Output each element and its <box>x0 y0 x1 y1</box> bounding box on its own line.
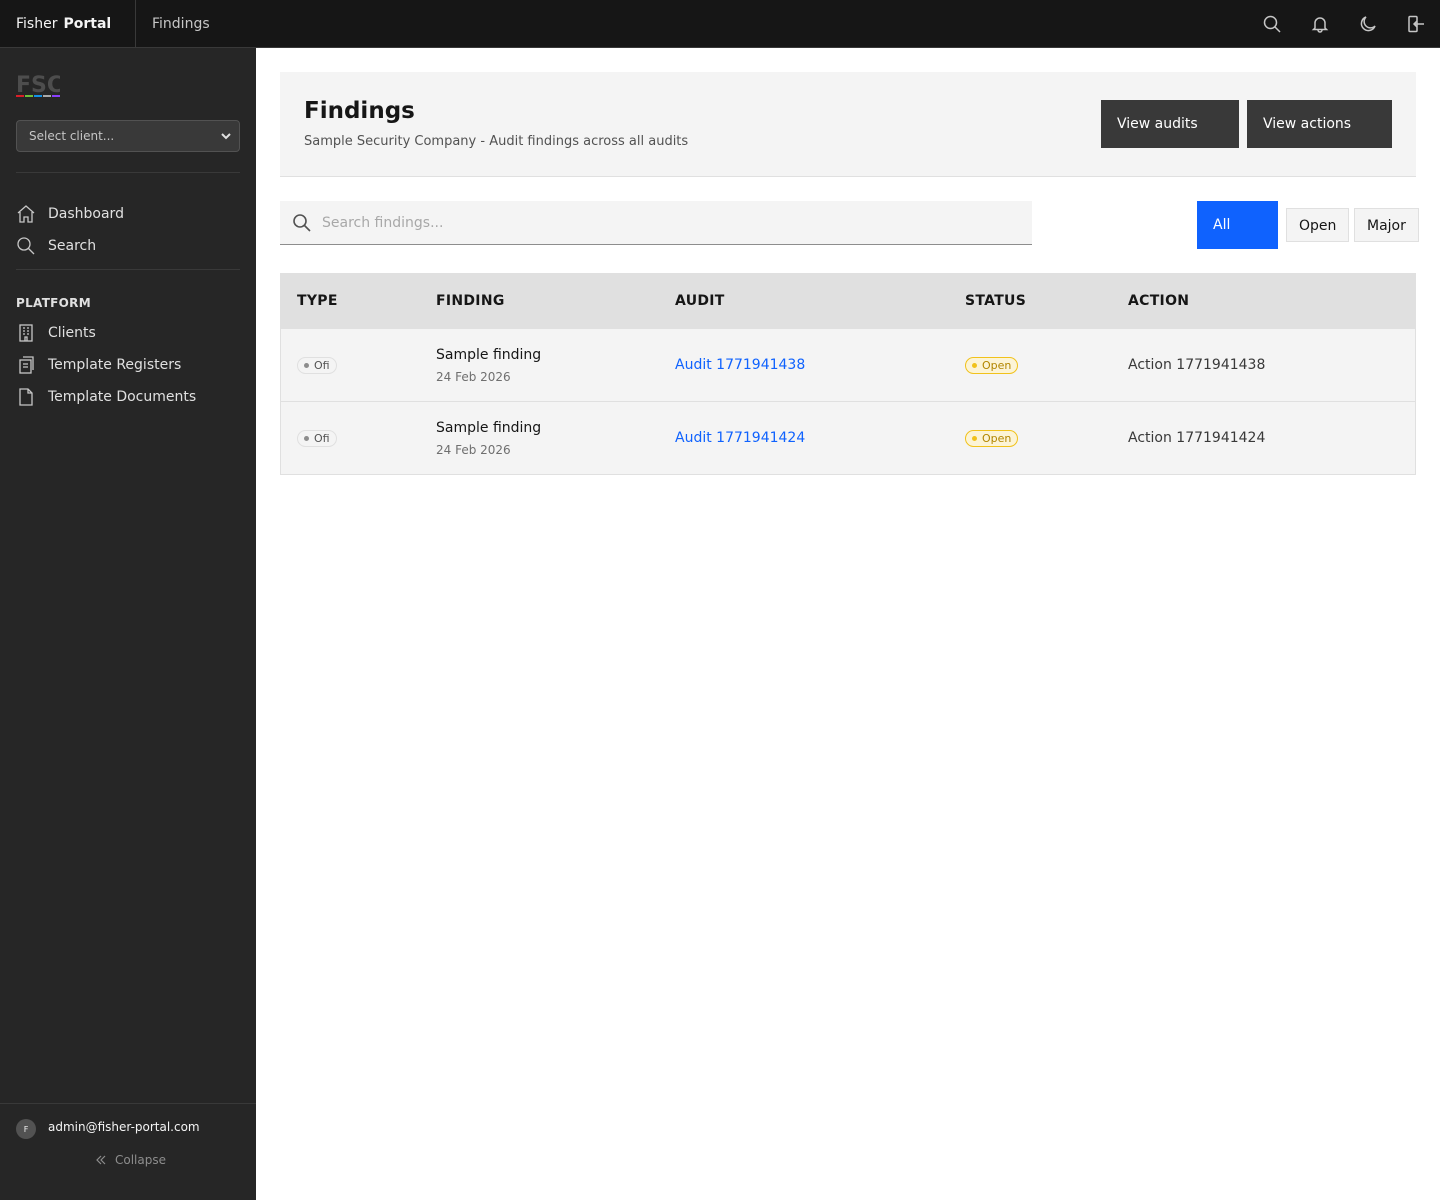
top-bar: Fisher Portal Findings <box>0 0 1440 48</box>
search-input[interactable]: Search findings... <box>280 201 1032 245</box>
avatar[interactable]: F <box>16 1119 36 1139</box>
brand[interactable]: Fisher Portal <box>0 0 136 48</box>
divider <box>16 172 240 173</box>
filter-major[interactable]: Major <box>1354 208 1419 242</box>
bell-icon[interactable] <box>1296 0 1344 48</box>
search-icon <box>17 237 35 255</box>
breadcrumb: Findings <box>152 15 210 32</box>
sidebar-footer: F admin@fisher-portal.com Collapse <box>0 1103 256 1200</box>
type-tag: Ofi <box>297 357 337 374</box>
logout-icon[interactable] <box>1392 0 1440 48</box>
brand-second: Portal <box>63 15 112 32</box>
finding-date: 24 Feb 2026 <box>436 370 511 384</box>
section-heading: PLATFORM <box>16 296 91 310</box>
svg-text:FSC: FSC <box>16 73 60 98</box>
type-label: Ofi <box>314 359 330 372</box>
sidebar-item-label: Dashboard <box>48 206 124 222</box>
moon-icon[interactable] <box>1344 0 1392 48</box>
status-label: Open <box>982 432 1012 445</box>
page-subtitle: Sample Security Company - Audit findings… <box>304 134 689 149</box>
finding-title: Sample finding <box>436 347 542 363</box>
view-actions-button[interactable]: View actions <box>1247 100 1392 148</box>
filter-open[interactable]: Open <box>1286 208 1350 242</box>
audit-link[interactable]: Audit 1771941438 <box>675 357 805 373</box>
type-tag: Ofi <box>297 430 337 447</box>
finding-date: 24 Feb 2026 <box>436 443 511 457</box>
home-icon <box>17 205 35 223</box>
document-icon <box>19 388 33 406</box>
finding-title: Sample finding <box>436 420 542 436</box>
sidebar-item-clients[interactable]: Clients <box>16 323 96 343</box>
sidebar-item-dashboard[interactable]: Dashboard <box>16 204 124 224</box>
filter-all[interactable]: All <box>1197 201 1278 249</box>
brand-first: Fisher <box>16 15 58 32</box>
collapse-label: Collapse <box>115 1153 166 1167</box>
user-email: admin@fisher-portal.com <box>48 1120 200 1134</box>
type-label: Ofi <box>314 432 330 445</box>
sidebar-item-template-documents[interactable]: Template Documents <box>16 387 196 407</box>
page-header: Findings Sample Security Company - Audit… <box>280 72 1416 177</box>
chevrons-left-icon <box>96 1155 106 1165</box>
logo: FSC <box>16 72 63 106</box>
sidebar-item-label: Template Documents <box>48 389 197 405</box>
table-header: TYPE FINDING AUDIT STATUS ACTION <box>281 274 1415 328</box>
action-text: Action 1771941424 <box>1128 430 1266 446</box>
search-icon[interactable] <box>1248 0 1296 48</box>
client-select[interactable]: Select client... <box>16 120 240 152</box>
audit-link[interactable]: Audit 1771941424 <box>675 430 805 446</box>
chevron-down-icon <box>221 133 231 140</box>
sidebar-item-label: Search <box>48 238 97 254</box>
column-header: STATUS <box>965 293 1027 309</box>
page-title: Findings <box>304 98 415 124</box>
building-icon <box>19 324 33 342</box>
collapse-button[interactable]: Collapse <box>95 1153 166 1167</box>
status-label: Open <box>982 359 1012 372</box>
column-header: FINDING <box>436 293 505 309</box>
sidebar-item-template-registers[interactable]: Template Registers <box>16 355 181 375</box>
sidebar: FSC Select client... Dashboard Search PL… <box>0 48 256 1200</box>
column-header: TYPE <box>297 293 338 309</box>
search-icon <box>293 213 311 232</box>
copy-icon <box>19 356 34 374</box>
status-badge: Open <box>965 357 1019 374</box>
status-badge: Open <box>965 430 1019 447</box>
table-row[interactable]: Ofi Sample finding 24 Feb 2026 Audit 177… <box>281 401 1415 474</box>
sidebar-item-label: Clients <box>48 325 96 341</box>
table-row[interactable]: Ofi Sample finding 24 Feb 2026 Audit 177… <box>281 328 1415 401</box>
sidebar-item-label: Template Registers <box>48 357 182 373</box>
column-header: AUDIT <box>675 293 725 309</box>
client-select-value: Select client... <box>29 129 115 143</box>
divider <box>16 269 240 270</box>
search-placeholder: Search findings... <box>322 214 444 231</box>
column-header: ACTION <box>1128 293 1190 309</box>
findings-table: TYPE FINDING AUDIT STATUS ACTION Ofi Sam… <box>280 273 1416 475</box>
action-text: Action 1771941438 <box>1128 357 1266 373</box>
view-audits-button[interactable]: View audits <box>1101 100 1239 148</box>
sidebar-item-search[interactable]: Search <box>16 236 96 256</box>
